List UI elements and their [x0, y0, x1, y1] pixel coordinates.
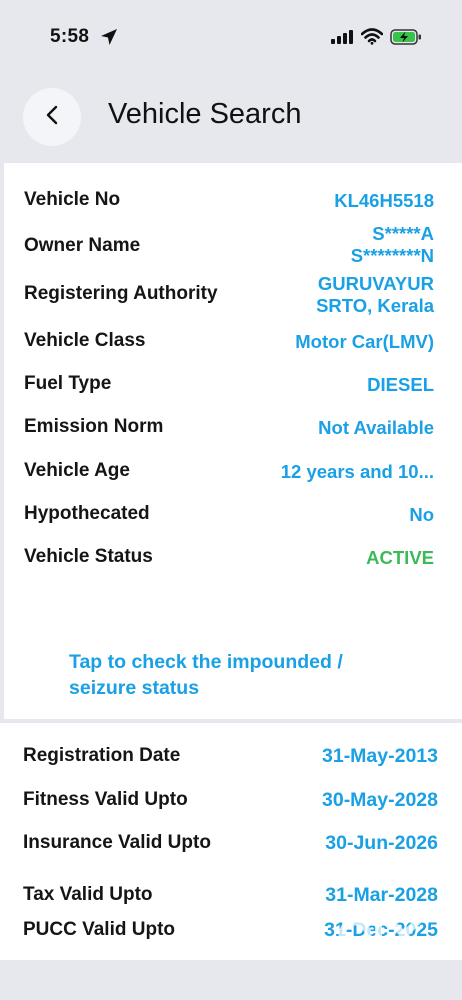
- detail-label: Vehicle Class: [24, 330, 146, 351]
- olx-watermark-logo: [338, 913, 430, 964]
- detail-value-vehicle-class: Motor Car(LMV): [295, 331, 434, 352]
- validity-value-insurance: 30-Jun-2026: [325, 832, 438, 854]
- status-time: 5:58: [50, 26, 90, 47]
- validity-value-registration-date: 31-May-2013: [322, 745, 438, 767]
- detail-value-vehicle-no: KL46H5518: [334, 190, 434, 211]
- detail-label: Vehicle No: [24, 189, 121, 210]
- back-button[interactable]: [23, 88, 81, 146]
- authority-line-1: GURUVAYUR: [317, 273, 434, 294]
- detail-value-fuel-type: DIESEL: [367, 374, 434, 395]
- validity-value-fitness: 30-May-2028: [322, 789, 438, 811]
- validity-value-tax: 31-Mar-2028: [325, 884, 438, 906]
- detail-label: Fuel Type: [24, 373, 112, 394]
- detail-label: Vehicle Status: [24, 546, 153, 567]
- validity-label: Registration Date: [23, 745, 181, 766]
- impound-status-link[interactable]: Tap to check the impounded / seizure sta…: [69, 649, 409, 701]
- detail-label: Vehicle Age: [24, 460, 130, 481]
- chevron-left-icon: [45, 105, 59, 130]
- detail-label: Registering Authority: [24, 283, 218, 304]
- validity-label: Fitness Valid Upto: [23, 789, 188, 810]
- detail-label: Emission Norm: [24, 416, 164, 437]
- authority-line-2: SRTO, Kerala: [316, 295, 434, 316]
- validity-label: Insurance Valid Upto: [23, 832, 211, 853]
- status-badge: ACTIVE: [366, 547, 434, 568]
- wifi-icon: [360, 28, 384, 50]
- status-bar: 5:58: [0, 0, 462, 72]
- cellular-signal-icon: [331, 30, 355, 49]
- vehicle-details-card: Vehicle No KL46H5518 Owner Name S*****A …: [4, 163, 462, 719]
- owner-name-line-2: S********N: [350, 245, 434, 266]
- detail-label: Owner Name: [24, 235, 141, 256]
- owner-name-line-1: S*****A: [372, 223, 434, 244]
- detail-value-registering-authority: GURUVAYUR SRTO, Kerala: [316, 273, 434, 317]
- validity-label: PUCC Valid Upto: [23, 919, 176, 940]
- validity-label: Tax Valid Upto: [23, 884, 153, 905]
- battery-charging-icon: [390, 29, 422, 50]
- detail-label: Hypothecated: [24, 503, 150, 524]
- page-title: Vehicle Search: [108, 98, 302, 130]
- location-arrow-icon: [100, 28, 118, 51]
- detail-value-vehicle-age: 12 years and 10...: [280, 461, 434, 482]
- detail-value-owner-name: S*****A S********N: [351, 223, 434, 267]
- detail-value-emission-norm: Not Available: [318, 417, 434, 438]
- detail-value-hypothecated: No: [409, 504, 434, 525]
